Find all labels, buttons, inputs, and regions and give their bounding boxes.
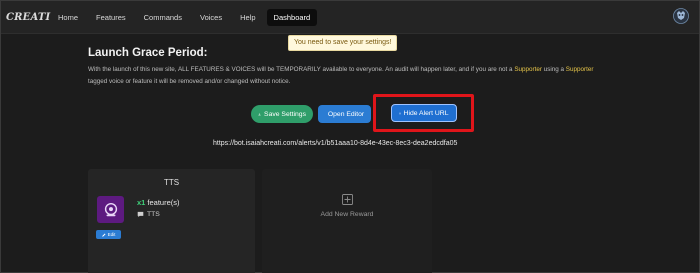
page-heading: Launch Grace Period: bbox=[88, 47, 208, 59]
feature-type: TTS bbox=[137, 211, 160, 218]
feature-count: x1 feature(s) bbox=[137, 198, 180, 207]
feature-type-label: TTS bbox=[147, 211, 160, 218]
nav-item-features[interactable]: Features bbox=[89, 9, 133, 26]
nav-item-home[interactable]: Home bbox=[51, 9, 85, 26]
feature-count-label: feature(s) bbox=[145, 198, 180, 207]
notice-text-2: using a bbox=[541, 66, 566, 73]
tts-feature-card: TTS x1 feature(s) TTS Edit bbox=[88, 169, 255, 273]
edit-feature-button[interactable]: Edit bbox=[96, 230, 121, 239]
brand-logo[interactable]: CREATI bbox=[5, 4, 50, 30]
highlight-box: Hide Alert URL bbox=[373, 94, 474, 132]
hide-alert-url-button[interactable]: Hide Alert URL bbox=[390, 104, 457, 122]
save-settings-label: Save Settings bbox=[264, 110, 306, 118]
add-new-reward-card[interactable]: Add New Reward bbox=[262, 169, 432, 273]
supporter-tag-2: Supporter bbox=[565, 66, 594, 73]
notice-text-1: With the launch of this new site, ALL FE… bbox=[88, 66, 515, 73]
save-settings-button[interactable]: Save Settings bbox=[251, 105, 313, 123]
chat-bubble-icon bbox=[137, 211, 144, 218]
grace-period-notice: With the launch of this new site, ALL FE… bbox=[88, 64, 608, 88]
unsaved-settings-toast: You need to save your settings! bbox=[288, 35, 398, 51]
open-editor-label: Open Editor bbox=[327, 110, 365, 118]
top-navbar: CREATI Home Features Commands Voices Hel… bbox=[1, 1, 699, 34]
nav-menu: Home Features Commands Voices Help Dashb… bbox=[51, 8, 321, 26]
tts-icon bbox=[104, 202, 117, 216]
eye-off-icon bbox=[398, 112, 401, 114]
action-buttons: Save Settings Open Editor bbox=[251, 105, 371, 123]
notice-text-3: tagged voice or feature it will be remov… bbox=[88, 78, 291, 85]
nav-item-help[interactable]: Help bbox=[233, 9, 262, 26]
nav-item-voices[interactable]: Voices bbox=[193, 9, 229, 26]
open-editor-button[interactable]: Open Editor bbox=[318, 105, 371, 123]
add-new-reward-label: Add New Reward bbox=[320, 211, 374, 218]
download-icon bbox=[258, 112, 261, 116]
pencil-icon bbox=[101, 233, 106, 237]
tts-feature-icon bbox=[97, 196, 124, 223]
user-avatar-icon[interactable] bbox=[673, 8, 689, 24]
nav-item-commands[interactable]: Commands bbox=[137, 9, 189, 26]
hide-alert-url-label: Hide Alert URL bbox=[403, 109, 449, 117]
page: CREATI Home Features Commands Voices Hel… bbox=[0, 0, 700, 273]
nav-item-dashboard[interactable]: Dashboard bbox=[266, 8, 318, 26]
supporter-tag-1: Supporter bbox=[514, 66, 542, 73]
logo-text: CREATI bbox=[6, 11, 51, 23]
edit-feature-label: Edit bbox=[107, 232, 116, 237]
alert-url-text[interactable]: https://bot.isaiahcreati.com/alerts/v1/b… bbox=[213, 140, 457, 147]
plus-square-icon bbox=[342, 194, 353, 205]
tts-card-title: TTS bbox=[163, 178, 180, 187]
